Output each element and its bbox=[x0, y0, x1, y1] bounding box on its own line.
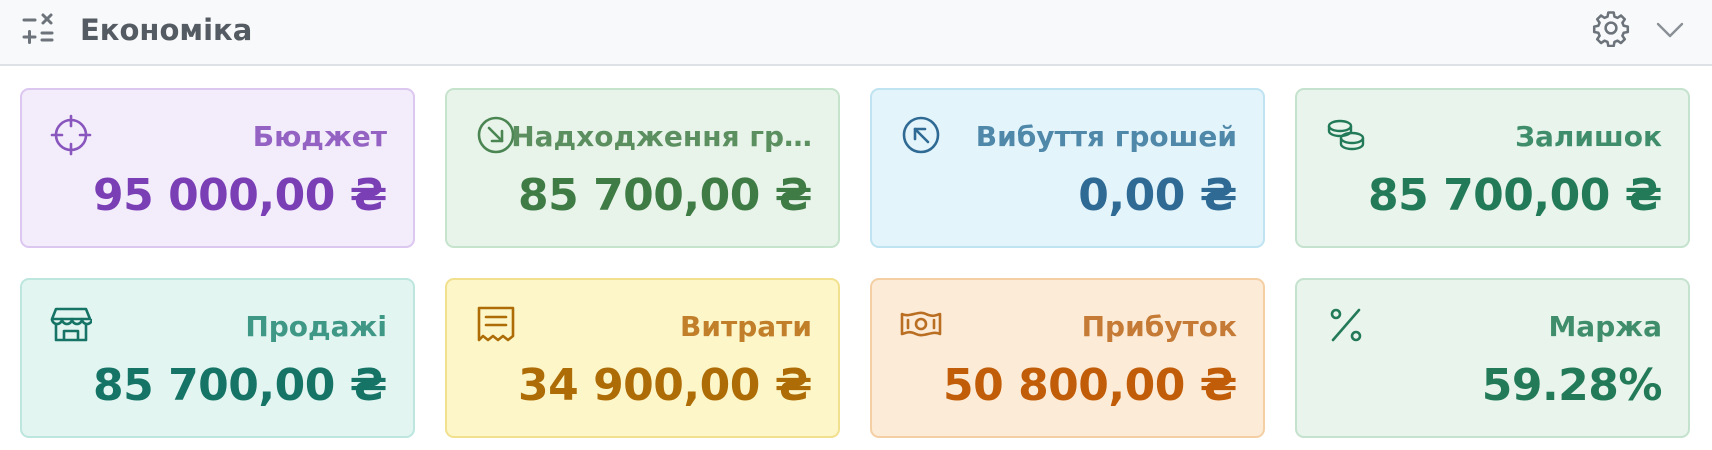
card-label: Надходження гр… bbox=[511, 120, 812, 153]
section-header: Економіка bbox=[0, 0, 1712, 66]
chevron-down-icon[interactable] bbox=[1654, 14, 1686, 46]
card-value: 85 700,00 ₴ bbox=[518, 170, 812, 221]
coins-icon bbox=[1327, 119, 1365, 151]
card-label: Витрати bbox=[680, 310, 812, 343]
card-value: 0,00 ₴ bbox=[1078, 170, 1237, 221]
card-label: Прибуток bbox=[1081, 310, 1237, 343]
card-label: Вибуття грошей bbox=[975, 120, 1237, 153]
card-label: Залишок bbox=[1515, 120, 1662, 153]
card-profit: Прибуток 50 800,00 ₴ bbox=[870, 278, 1265, 438]
card-margin: Маржа 59.28% bbox=[1295, 278, 1690, 438]
calculator-ops-icon bbox=[22, 13, 54, 44]
card-value: 95 000,00 ₴ bbox=[93, 170, 387, 221]
card-expenses: Витрати 34 900,00 ₴ bbox=[445, 278, 840, 438]
card-value: 34 900,00 ₴ bbox=[518, 360, 812, 411]
card-budget: Бюджет 95 000,00 ₴ bbox=[20, 88, 415, 248]
card-cash-in: Надходження гр… 85 700,00 ₴ bbox=[445, 88, 840, 248]
card-label: Бюджет bbox=[252, 120, 387, 153]
card-value: 59.28% bbox=[1481, 360, 1663, 411]
receipt-icon bbox=[477, 306, 515, 342]
card-value: 50 800,00 ₴ bbox=[943, 360, 1237, 411]
gear-icon[interactable] bbox=[1592, 9, 1630, 47]
card-balance: Залишок 85 700,00 ₴ bbox=[1295, 88, 1690, 248]
arrow-up-left-circle-icon bbox=[902, 116, 940, 154]
target-icon bbox=[50, 114, 92, 156]
card-cash-out: Вибуття грошей 0,00 ₴ bbox=[870, 88, 1265, 248]
card-value: 85 700,00 ₴ bbox=[93, 360, 387, 411]
card-value: 85 700,00 ₴ bbox=[1368, 170, 1662, 221]
card-sales: Продажі 85 700,00 ₴ bbox=[20, 278, 415, 438]
card-label: Маржа bbox=[1548, 310, 1662, 343]
card-label: Продажі bbox=[245, 310, 387, 343]
percent-icon bbox=[1330, 308, 1362, 342]
shop-icon bbox=[50, 307, 92, 342]
cash-icon bbox=[900, 311, 942, 337]
section-title: Економіка bbox=[80, 13, 253, 47]
